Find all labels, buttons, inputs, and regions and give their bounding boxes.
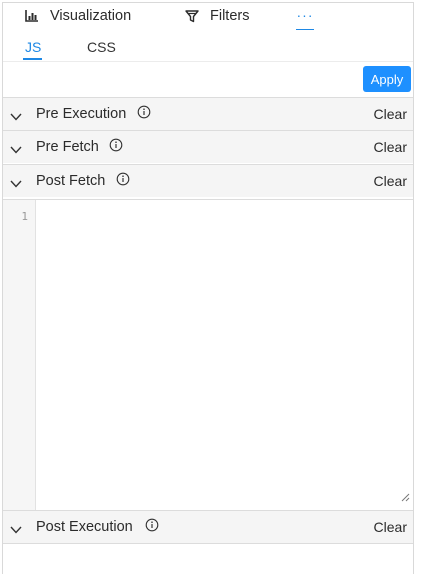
section-post-execution[interactable]: Post Execution Clear (3, 510, 413, 543)
clear-button[interactable]: Clear (374, 139, 407, 155)
chevron-down-icon[interactable] (10, 141, 22, 159)
tab-css[interactable]: CSS (87, 39, 116, 55)
info-icon[interactable] (109, 138, 123, 157)
footer-divider (3, 543, 413, 544)
sub-tab-bar: JS CSS (3, 33, 413, 62)
chevron-down-icon[interactable] (10, 521, 22, 539)
code-area[interactable] (37, 200, 413, 510)
info-icon[interactable] (137, 105, 151, 124)
line-number-gutter: 1 (3, 200, 36, 510)
code-editor[interactable]: 1 (3, 199, 413, 510)
section-pre-fetch[interactable]: Pre Fetch Clear (3, 130, 413, 163)
apply-button[interactable]: Apply (363, 66, 411, 92)
resize-handle-icon[interactable] (401, 489, 410, 507)
chevron-down-icon[interactable] (10, 108, 22, 126)
info-icon[interactable] (116, 172, 130, 191)
clear-button[interactable]: Clear (374, 106, 407, 122)
section-title: Post Execution (36, 519, 133, 535)
active-tab-underline (23, 58, 42, 60)
section-post-fetch[interactable]: Post Fetch Clear (3, 164, 413, 197)
section-pre-execution[interactable]: Pre Execution Clear (3, 97, 413, 130)
more-tab-underline (296, 29, 314, 30)
filter-icon (185, 9, 199, 23)
section-title: Pre Execution (36, 106, 127, 122)
line-number: 1 (21, 210, 28, 223)
tab-js[interactable]: JS (25, 39, 41, 55)
clear-button[interactable]: Clear (374, 519, 407, 535)
tab-visualization[interactable]: Visualization (25, 8, 131, 24)
info-icon[interactable] (145, 518, 159, 537)
top-tab-bar: Visualization Filters ··· (3, 3, 413, 33)
tab-visualization-label: Visualization (50, 8, 132, 24)
section-title: Post Fetch (36, 173, 106, 189)
clear-button[interactable]: Clear (374, 173, 407, 189)
bar-chart-icon (25, 10, 39, 22)
script-editor-panel: Visualization Filters ··· JS CSS Apply P… (2, 2, 414, 574)
more-icon[interactable]: ··· (296, 7, 314, 23)
tab-filters[interactable]: Filters (185, 8, 249, 24)
tab-filters-label: Filters (210, 8, 250, 24)
chevron-down-icon[interactable] (10, 175, 22, 193)
section-title: Pre Fetch (36, 139, 99, 155)
